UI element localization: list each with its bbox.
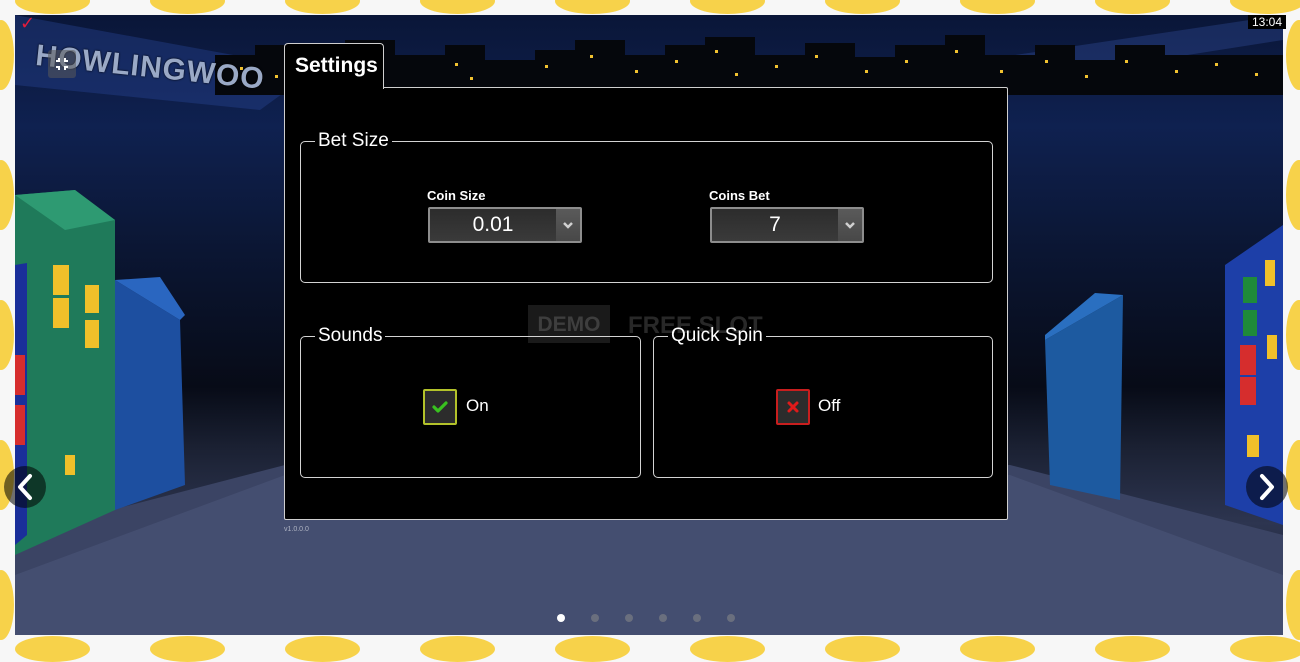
coins-bet-label: Coins Bet [709,188,770,203]
collapse-fullscreen-button[interactable] [48,50,76,78]
chevron-left-icon [18,474,32,500]
quick-spin-toggle[interactable] [776,389,810,425]
close-icon [787,401,799,413]
settings-tab[interactable]: Settings [284,43,384,89]
coins-bet-dropdown-button[interactable] [838,209,862,241]
collapse-fullscreen-icon [56,58,68,70]
coin-size-dropdown-button[interactable] [556,209,580,241]
page-dot-5[interactable] [693,614,701,622]
checkmark-brand-icon: ✓ [20,13,36,33]
bet-size-group: Bet Size [300,130,993,283]
quick-spin-legend: Quick Spin [671,325,763,346]
page-dot-1[interactable] [557,614,565,622]
page-dot-6[interactable] [727,614,735,622]
chevron-down-icon [845,222,855,229]
quick-spin-state-label: Off [818,396,841,415]
coin-size-label: Coin Size [427,188,486,203]
clock: 13:04 [1247,15,1286,29]
coins-bet-select[interactable]: 7 [710,207,864,243]
page-indicator [555,614,745,626]
next-page-button[interactable] [1246,466,1288,508]
settings-title: Settings [295,54,378,77]
chevron-down-icon [563,222,573,229]
sounds-state-label: On [466,396,489,415]
sounds-toggle[interactable] [423,389,457,425]
coins-bet-value: 7 [712,209,839,241]
chevron-right-icon [1260,474,1274,500]
check-icon [432,401,448,413]
page-dot-3[interactable] [625,614,633,622]
version-label: v1.0.0.0 [284,526,309,533]
previous-page-button[interactable] [4,466,46,508]
coin-size-value: 0.01 [430,209,557,241]
sounds-legend: Sounds [318,325,383,346]
coin-size-select[interactable]: 0.01 [428,207,582,243]
page-dot-4[interactable] [659,614,667,622]
bet-size-legend: Bet Size [318,130,389,151]
page-dot-2[interactable] [591,614,599,622]
